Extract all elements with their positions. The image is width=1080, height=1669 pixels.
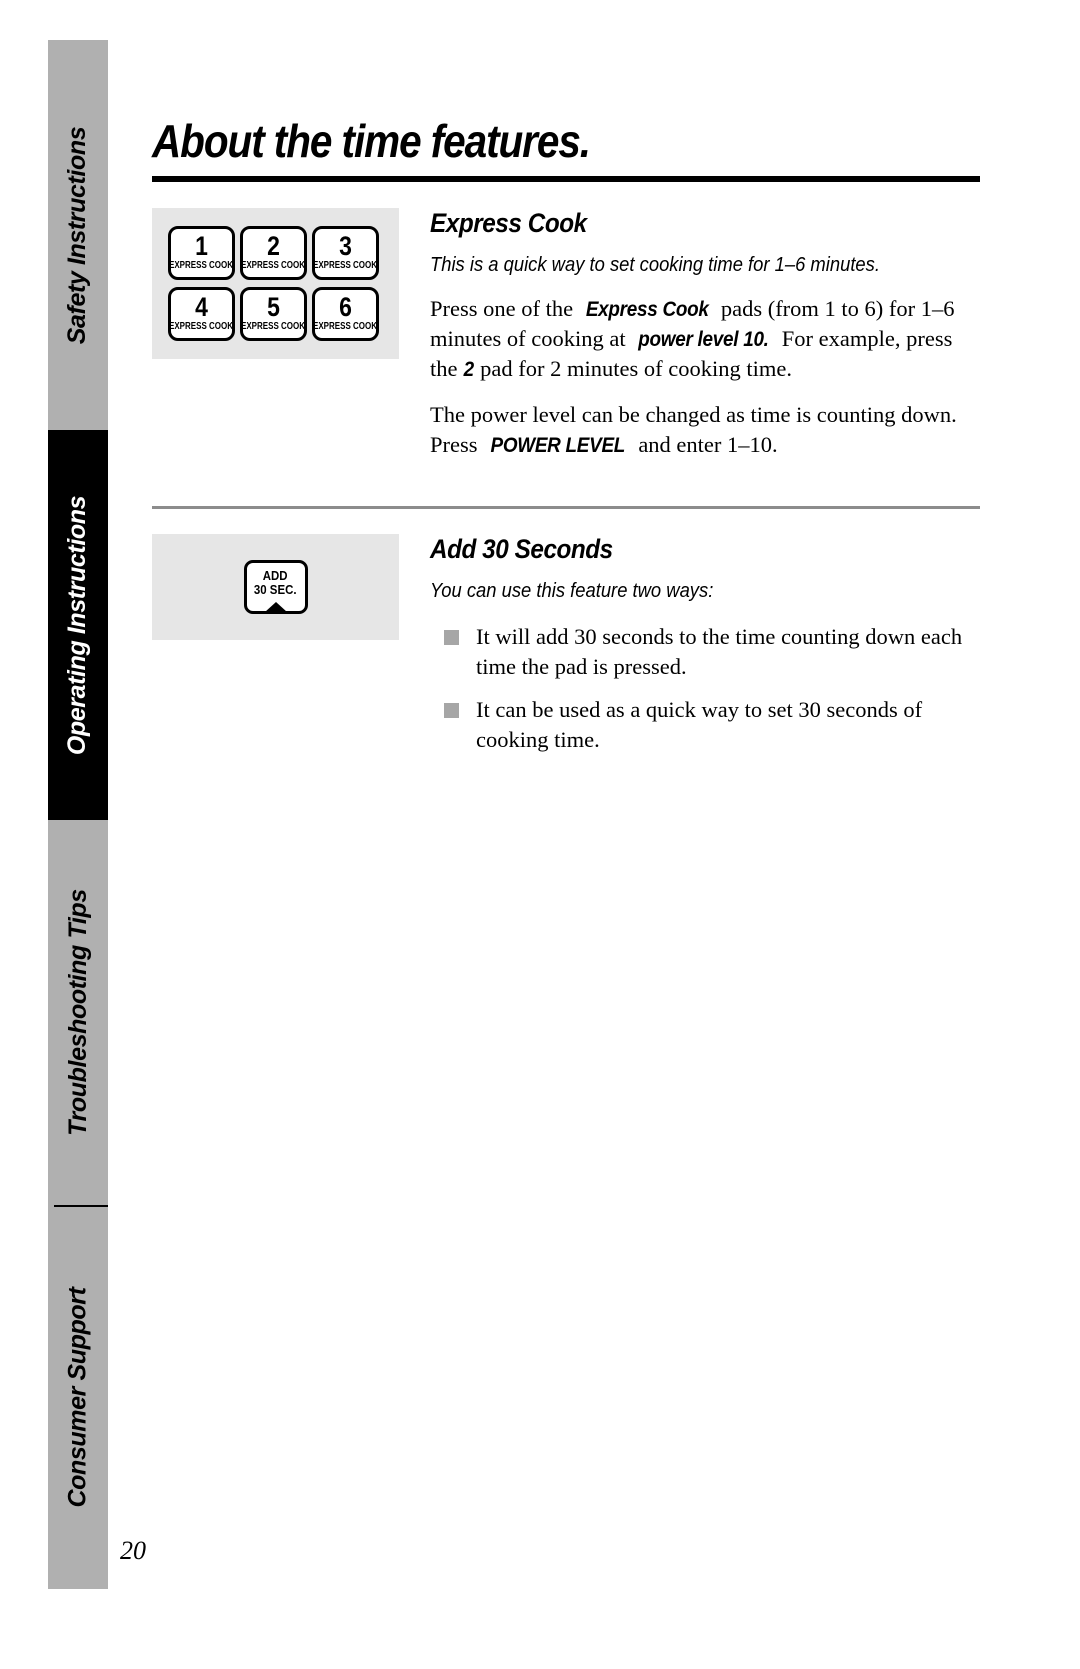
sidebar-divider [54,1205,108,1207]
section-express-cook: 1 EXPRESS COOK 2 EXPRESS COOK 3 EXPRESS … [152,208,980,460]
express-cook-pad-3[interactable]: 3 EXPRESS COOK [312,226,379,280]
express-cook-pad-2[interactable]: 2 EXPRESS COOK [240,226,307,280]
sidebar-tab-rail: Safety Instructions Operating Instructio… [48,40,108,1589]
section-heading-express-cook: Express Cook [430,208,587,238]
manual-page: Safety Instructions Operating Instructio… [0,0,1080,1669]
emphasis-express-cook: Express Cook [585,298,709,321]
sidebar-item-label: Safety Instructions [63,126,92,344]
pad-number: 4 [195,292,208,323]
express-cook-paragraph-1: Press one of the Express Cook pads (from… [430,294,980,384]
list-item-text: It will add 30 seconds to the time count… [476,623,963,679]
add-30-seconds-intro: You can use this feature two ways: [430,579,714,602]
page-number: 20 [120,1536,146,1565]
express-cook-keypad-figure: 1 EXPRESS COOK 2 EXPRESS COOK 3 EXPRESS … [152,208,399,359]
page-title: About the time features. [152,115,591,167]
pad-sublabel: EXPRESS COOK [241,259,306,271]
list-item-text: It can be used as a quick way to set 30 … [476,697,923,753]
text-run: Press one of the [430,296,579,321]
express-cook-pad-5[interactable]: 5 EXPRESS COOK [240,287,307,341]
emphasis-pad-2: 2 [463,357,475,381]
pad-number: 5 [267,292,280,323]
add-30-seconds-list: It will add 30 seconds to the time count… [430,622,980,756]
sidebar-item-operating-instructions[interactable]: Operating Instructions [48,430,108,820]
add-30-sec-line-1: ADD [263,568,288,584]
express-cook-intro: This is a quick way to set cooking time … [430,254,880,276]
page-content: About the time features. 1 EXPRESS COOK … [152,40,980,755]
pad-sublabel: EXPRESS COOK [313,259,378,271]
sidebar-item-label: Operating Instructions [63,495,92,755]
sidebar-item-label: Troubleshooting Tips [63,889,92,1136]
sidebar-item-label: Consumer Support [63,1287,92,1507]
pad-sublabel: EXPRESS COOK [169,259,234,271]
emphasis-power-level: POWER LEVEL [490,433,626,457]
emphasis-power-level-10: power level 10. [638,327,769,351]
add-30-seconds-text: Add 30 Seconds You can use this feature … [399,534,980,756]
express-cook-text: Express Cook This is a quick way to set … [399,208,980,460]
sidebar-item-safety-instructions[interactable]: Safety Instructions [48,40,108,430]
pad-number: 6 [339,292,352,323]
pad-number: 3 [339,231,352,262]
express-cook-pad-4[interactable]: 4 EXPRESS COOK [168,287,235,341]
express-cook-pad-6[interactable]: 6 EXPRESS COOK [312,287,379,341]
sidebar-item-consumer-support[interactable]: Consumer Support [48,1205,108,1589]
title-rule [152,176,980,182]
section-divider-rule [152,505,980,509]
pad-number: 2 [267,231,280,262]
express-cook-pad-1[interactable]: 1 EXPRESS COOK [168,226,235,280]
add-30-sec-pad[interactable]: ADD 30 SEC. [243,559,308,614]
square-bullet-icon [444,703,459,719]
text-run: pad for 2 minutes of cooking time. [474,355,792,381]
pad-sublabel: EXPRESS COOK [241,320,306,332]
list-item: It will add 30 seconds to the time count… [444,622,980,682]
section-heading-add-30-seconds: Add 30 Seconds [430,533,613,564]
express-cook-paragraph-2: The power level can be changed as time i… [430,400,980,460]
pad-sublabel: EXPRESS COOK [313,320,378,332]
pad-number: 1 [195,231,208,262]
list-item: It can be used as a quick way to set 30 … [444,695,980,755]
text-run: and enter 1–10. [632,431,778,457]
add-30-sec-figure: ADD 30 SEC. [152,533,399,640]
add-30-sec-line-2: 30 SEC. [254,582,297,598]
express-cook-keypad: 1 EXPRESS COOK 2 EXPRESS COOK 3 EXPRESS … [168,226,387,341]
triangle-up-icon [264,601,287,611]
section-add-30-seconds: ADD 30 SEC. Add 30 Seconds You can use t… [152,533,980,756]
pad-sublabel: EXPRESS COOK [169,320,234,332]
square-bullet-icon [444,629,459,645]
sidebar-item-troubleshooting-tips[interactable]: Troubleshooting Tips [48,820,108,1205]
page-title-block: About the time features. [152,40,980,182]
